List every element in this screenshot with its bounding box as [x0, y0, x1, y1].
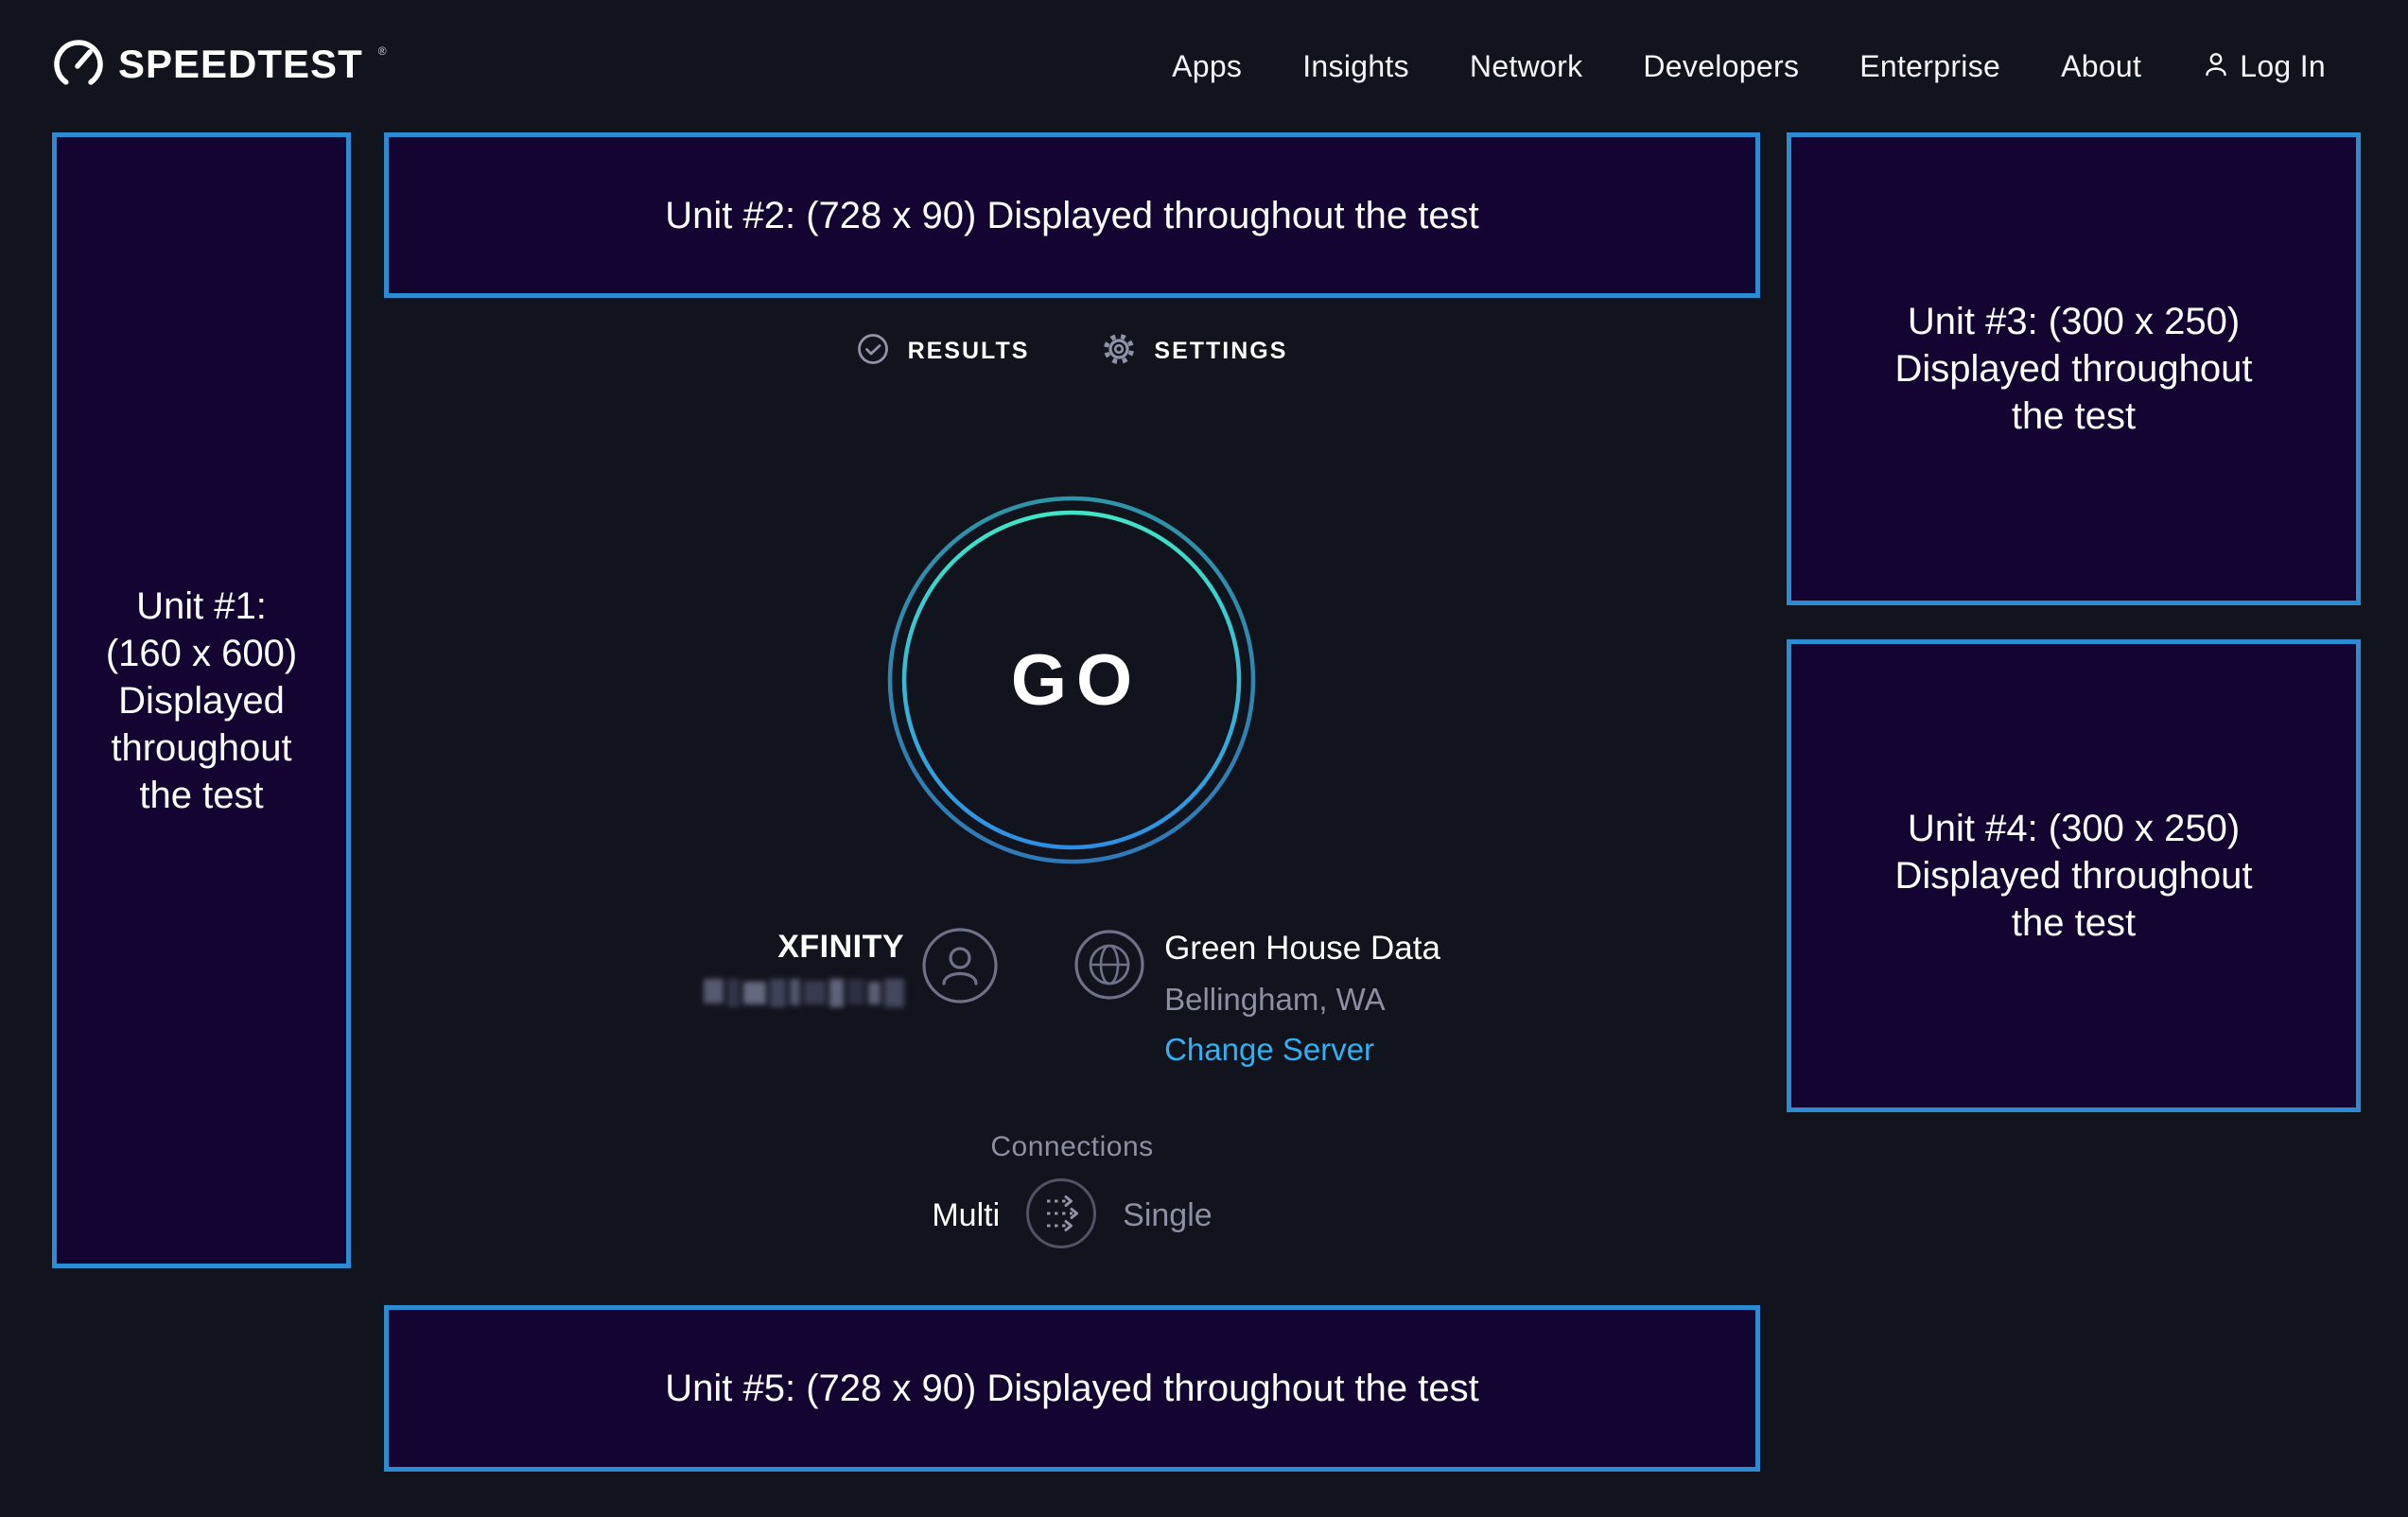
connections-toggle-icon[interactable] [1024, 1177, 1098, 1255]
brand-name: SPEEDTEST [118, 38, 363, 91]
ad-unit-2-text: Unit #2: (728 x 90) Displayed throughout… [665, 192, 1479, 239]
connections-label: Connections [384, 1131, 1760, 1163]
nav-item-enterprise[interactable]: Enterprise [1859, 49, 2000, 84]
tabs-bar: RESULTS SETTINGS [384, 333, 1760, 370]
user-icon [2202, 50, 2230, 83]
tab-settings[interactable]: SETTINGS [1103, 333, 1287, 370]
gauge-logo-icon [52, 38, 105, 96]
connections-toggle-row: Multi Single [384, 1177, 1760, 1255]
tab-results-label: RESULTS [908, 338, 1030, 365]
login-button[interactable]: Log In [2202, 49, 2326, 84]
ad-unit-5-text: Unit #5: (728 x 90) Displayed throughout… [665, 1365, 1479, 1412]
ad-unit-3[interactable]: Unit #3: (300 x 250)Displayed throughout… [1787, 132, 2361, 605]
tab-results[interactable]: RESULTS [857, 333, 1030, 370]
isp-name: XFINITY [777, 929, 904, 966]
go-button[interactable]: GO [886, 495, 1257, 865]
check-circle-icon [857, 333, 889, 370]
ad-unit-3-text: Unit #3: (300 x 250)Displayed throughout… [1894, 298, 2252, 440]
ad-unit-1-text: Unit #1:(160 x 600)Displayedthroughoutth… [106, 583, 297, 819]
ad-unit-4-text: Unit #4: (300 x 250)Displayed throughout… [1894, 805, 2252, 947]
isp-ip-redacted [704, 979, 904, 1007]
connections-multi-option[interactable]: Multi [932, 1197, 1000, 1234]
speedtest-logo[interactable]: SPEEDTEST ® [52, 38, 387, 96]
nav-item-network[interactable]: Network [1470, 49, 1582, 84]
ad-unit-1[interactable]: Unit #1:(160 x 600)Displayedthroughoutth… [52, 132, 351, 1268]
server-info: Green House Data Bellingham, WA Change S… [1073, 929, 1440, 1069]
go-button-label: GO [886, 495, 1257, 865]
trademark-mark: ® [378, 45, 387, 57]
globe-icon [1073, 929, 1145, 1005]
tab-settings-label: SETTINGS [1154, 338, 1287, 365]
nav-item-insights[interactable]: Insights [1302, 49, 1409, 84]
nav-menu: Apps Insights Network Developers Enterpr… [1172, 49, 2326, 84]
nav-item-about[interactable]: About [2061, 49, 2141, 84]
server-location: Bellingham, WA [1164, 981, 1386, 1019]
isp-info: XFINITY [704, 929, 999, 1006]
ad-unit-4[interactable]: Unit #4: (300 x 250)Displayed throughout… [1787, 639, 2361, 1112]
change-server-link[interactable]: Change Server [1164, 1031, 1374, 1069]
nav-item-apps[interactable]: Apps [1172, 49, 1242, 84]
top-nav: SPEEDTEST ® Apps Insights Network Develo… [52, 0, 2326, 132]
ad-unit-2[interactable]: Unit #2: (728 x 90) Displayed throughout… [384, 132, 1760, 298]
ad-unit-5[interactable]: Unit #5: (728 x 90) Displayed throughout… [384, 1305, 1760, 1472]
avatar-icon [921, 927, 999, 1009]
connections-single-option[interactable]: Single [1123, 1197, 1213, 1234]
login-label: Log In [2240, 49, 2326, 84]
connection-info-row: XFINITY [384, 929, 1760, 1069]
nav-item-developers[interactable]: Developers [1643, 49, 1799, 84]
gear-icon [1103, 333, 1135, 370]
speedtest-page: SPEEDTEST ® Apps Insights Network Develo… [0, 0, 2408, 1517]
server-name: Green House Data [1164, 929, 1440, 968]
